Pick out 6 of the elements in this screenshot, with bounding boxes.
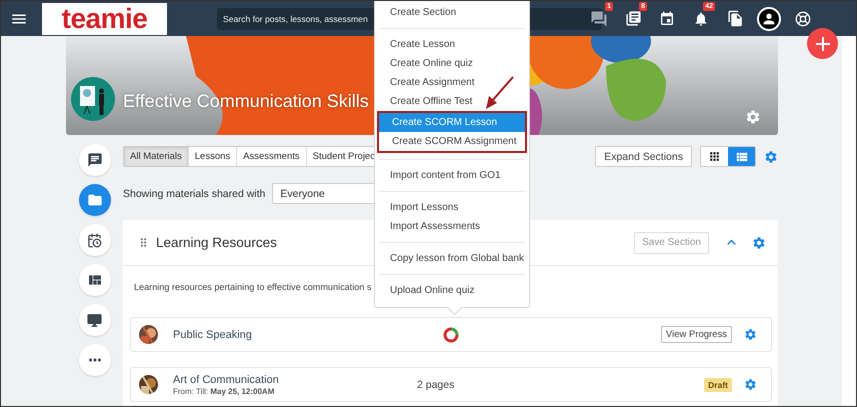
filter-label: Showing materials shared with	[123, 188, 266, 200]
page-count: 2 pages	[417, 378, 454, 390]
status-badge: Draft	[704, 378, 732, 392]
lesson-dates: From: Till: May 25, 12:00AM	[173, 386, 276, 396]
section-title: Learning Resources	[156, 235, 277, 250]
section-description: Learning resources pertaining to effective communication s	[134, 282, 372, 292]
